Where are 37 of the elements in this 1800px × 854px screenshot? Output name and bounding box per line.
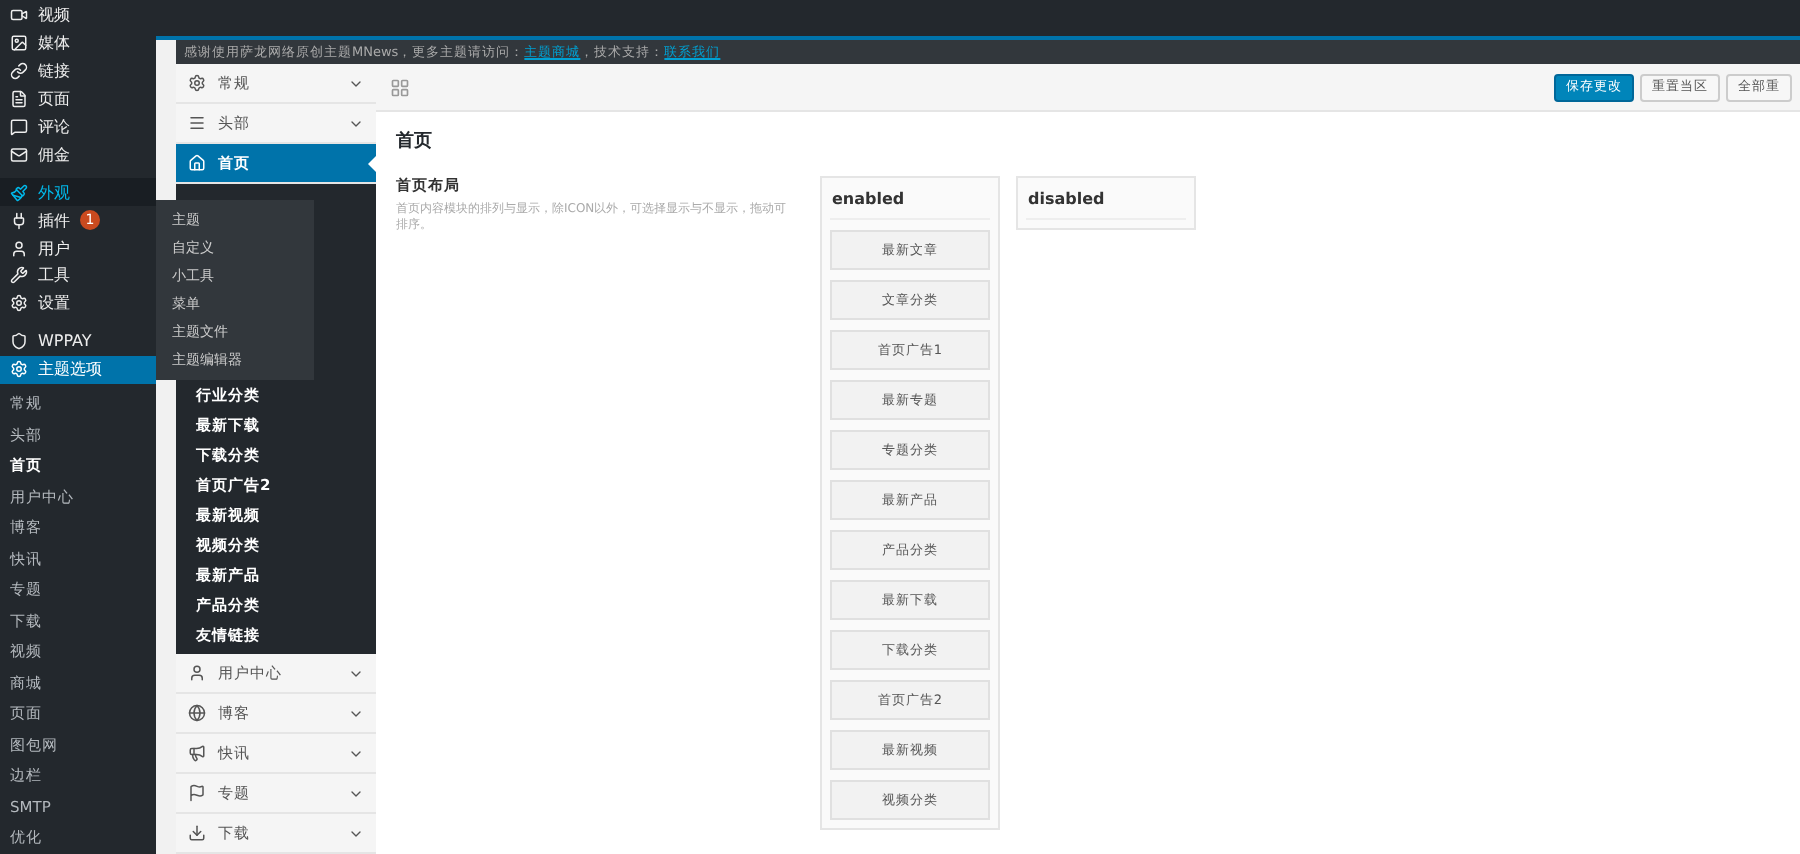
plug-icon	[10, 211, 28, 230]
column-title: enabled	[830, 186, 990, 220]
menu-icon	[188, 114, 206, 132]
comment-icon	[10, 118, 28, 136]
admin-menu-item[interactable]: 视频	[0, 2, 156, 30]
admin-menu-item[interactable]: 设置	[0, 289, 156, 318]
admin-menu-item[interactable]: 外观	[0, 178, 156, 207]
page-icon	[10, 90, 28, 109]
admin-menu-item[interactable]: WPPAY	[0, 327, 156, 356]
envelope-icon	[10, 145, 28, 164]
download-icon	[188, 824, 206, 842]
admin-menu-item[interactable]: 用户	[0, 234, 156, 263]
globe-icon	[188, 704, 206, 722]
media-icon	[10, 34, 28, 53]
column-title: disabled	[1026, 186, 1186, 220]
admin-menu-item[interactable]: 评论	[0, 113, 156, 141]
wrench-icon	[10, 266, 28, 285]
brush-icon	[10, 183, 28, 202]
link-icon	[10, 62, 28, 81]
megaphone-icon	[188, 744, 206, 762]
flag-icon	[188, 784, 206, 802]
admin-menu-item[interactable]: 工具	[0, 262, 156, 290]
settings-icon	[10, 294, 28, 313]
admin-menu-item[interactable]: 链接	[0, 57, 156, 86]
user-icon	[188, 664, 206, 682]
settings-icon	[188, 74, 206, 92]
grid-icon[interactable]	[390, 77, 410, 97]
admin-menu-item[interactable]: 页面	[0, 85, 156, 114]
shield-icon	[10, 332, 28, 351]
admin-menu-item[interactable]: 佣金	[0, 140, 156, 169]
section-title: 首页	[394, 129, 434, 156]
admin-menu-item[interactable]: 主题选项	[0, 355, 156, 384]
home-icon	[188, 154, 206, 172]
admin-menu-item[interactable]: 媒体	[0, 29, 156, 58]
settings-icon	[10, 360, 28, 379]
user-icon	[10, 239, 28, 258]
video-icon	[10, 6, 28, 25]
